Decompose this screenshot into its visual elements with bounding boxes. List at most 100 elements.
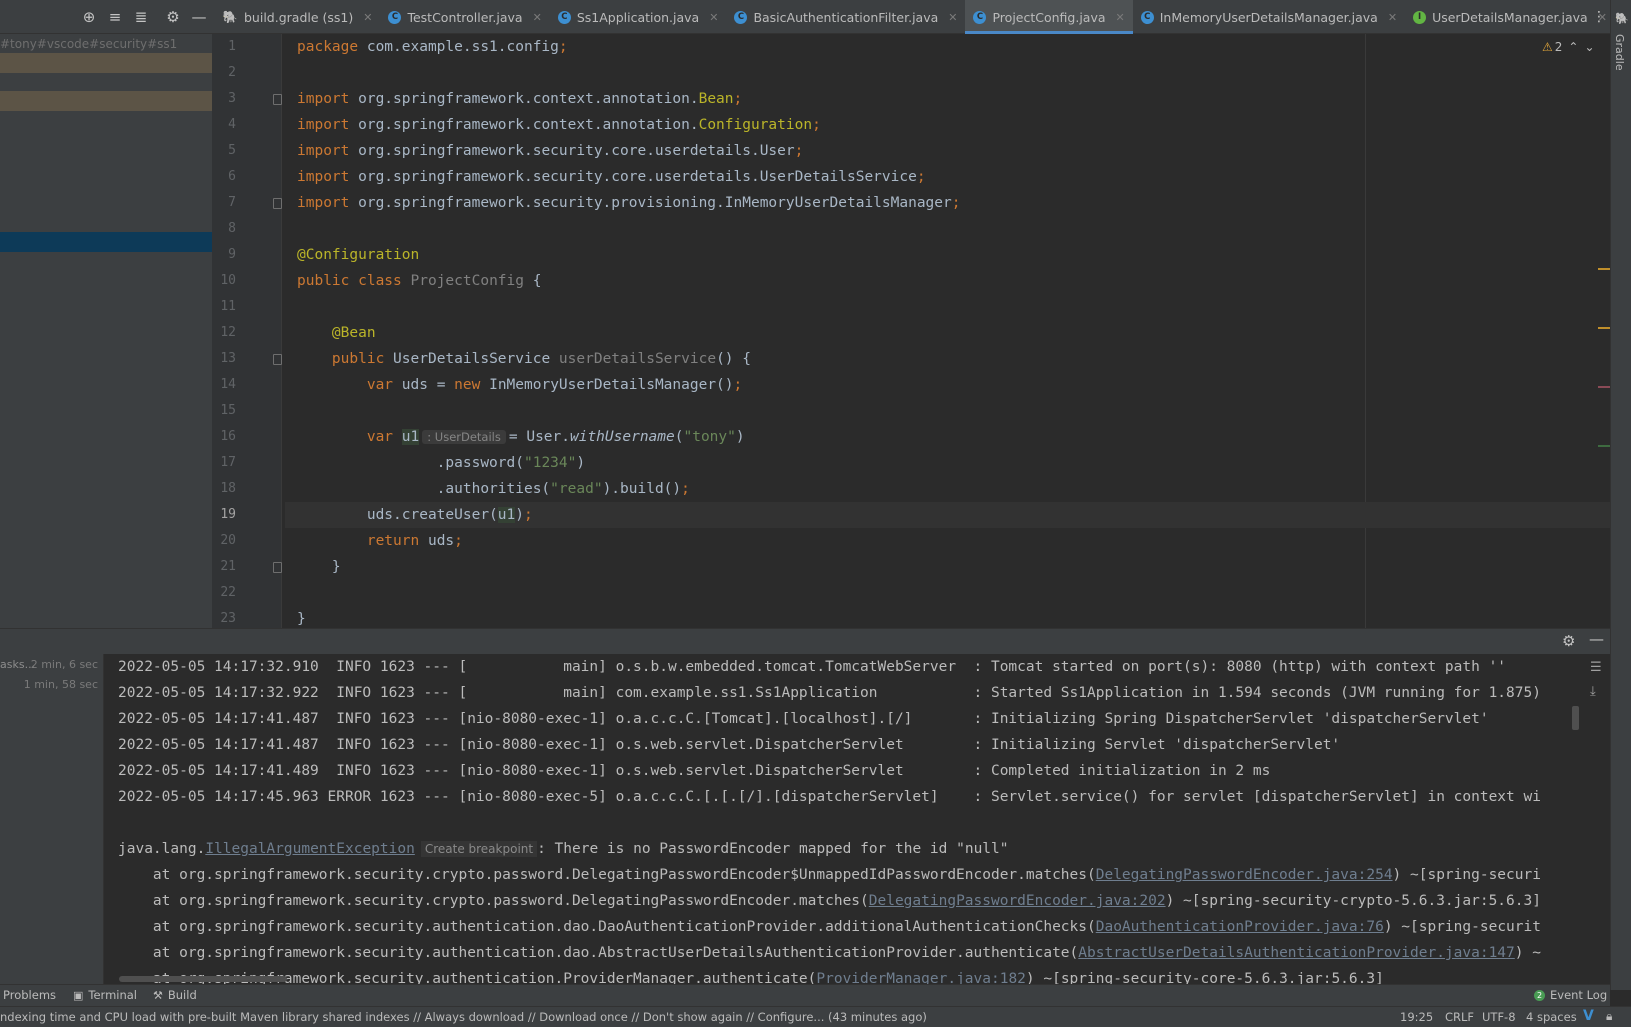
gradle-tool-button[interactable]: Gradle	[1613, 34, 1626, 71]
stack-suffix: ) ~[spring-security-core-5.6.3.jar:5.6.3…	[1025, 971, 1384, 984]
line-number[interactable]: 22	[212, 580, 236, 606]
line-separator[interactable]: CRLF	[1445, 1010, 1474, 1024]
close-icon[interactable]: ✕	[1388, 11, 1397, 24]
line-number[interactable]: 19	[212, 502, 236, 528]
line-number[interactable]: 4	[212, 112, 236, 138]
close-icon[interactable]: ✕	[709, 11, 718, 24]
line-number[interactable]: 16	[212, 424, 236, 450]
warning-mark[interactable]	[1598, 268, 1610, 270]
lock-icon[interactable]: 🔒︎	[1606, 1009, 1612, 1024]
expand-all-icon[interactable]: ≡	[102, 0, 128, 34]
line-number[interactable]: 9	[212, 242, 236, 268]
source-link[interactable]: ProviderManager.java:182	[816, 971, 1026, 984]
line-number[interactable]: 7	[212, 190, 236, 216]
line-number[interactable]: 11	[212, 294, 236, 320]
indent-setting[interactable]: 4 spaces	[1526, 1010, 1577, 1024]
line-number[interactable]: 20	[212, 528, 236, 554]
source-link[interactable]: AbstractUserDetailsAuthenticationProvide…	[1078, 945, 1515, 961]
line-number[interactable]: 2	[212, 60, 236, 86]
scroll-to-end-icon[interactable]: ⤓	[1590, 684, 1596, 699]
fold-marker-icon[interactable]	[273, 94, 282, 105]
line-number[interactable]: 23	[212, 606, 236, 628]
warning-mark[interactable]	[1598, 327, 1610, 329]
problems-tool-button[interactable]: Problems	[3, 988, 56, 1002]
line-number[interactable]: 3	[212, 86, 236, 112]
line-number[interactable]: 1	[212, 34, 236, 60]
source-link[interactable]: DelegatingPasswordEncoder.java:254	[1096, 867, 1393, 883]
code-line: return uds;	[366, 533, 463, 549]
gear-icon[interactable]: ⚙	[1562, 632, 1575, 650]
create-breakpoint-button[interactable]: Create breakpoint	[420, 841, 538, 857]
close-icon[interactable]: ✕	[363, 11, 372, 24]
editor-tab[interactable]: C Ss1Application.java ✕	[550, 0, 727, 34]
change-mark[interactable]	[1598, 386, 1610, 388]
line-number[interactable]: 21	[212, 554, 236, 580]
line-number[interactable]: 8	[212, 216, 236, 242]
source-link[interactable]: DaoAuthenticationProvider.java:76	[1096, 919, 1384, 935]
event-log-tool-button[interactable]: 2 Event Log	[1534, 988, 1607, 1002]
editor-error-stripe[interactable]	[1598, 74, 1610, 542]
code-line: import org.springframework.security.core…	[297, 169, 926, 185]
exception-line: java.lang.IllegalArgumentException Create…	[118, 836, 1009, 862]
editor-tab[interactable]: C InMemoryUserDetailsManager.java ✕	[1133, 0, 1405, 34]
status-message[interactable]: ndexing time and CPU load with pre-built…	[0, 1010, 927, 1024]
code-line: var u1: UserDetails = User.withUsername("…	[366, 429, 745, 445]
source-link[interactable]: DelegatingPasswordEncoder.java:202	[869, 893, 1166, 909]
line-number[interactable]: 6	[212, 164, 236, 190]
editor-tab[interactable]: C BasicAuthenticationFilter.java ✕	[726, 0, 965, 34]
project-tree-row-highlighted[interactable]	[0, 53, 212, 73]
editor-tab[interactable]: I UserDetailsManager.java ✕	[1405, 0, 1615, 34]
console-scrollbar[interactable]	[1572, 706, 1579, 730]
editor-tab[interactable]: C TestController.java ✕	[380, 0, 549, 34]
editor-tab[interactable]: C ProjectConfig.java ✕	[965, 0, 1134, 34]
fold-marker-icon[interactable]	[273, 354, 282, 365]
project-tree-row-highlighted[interactable]	[0, 91, 212, 111]
console-horizontal-scrollbar[interactable]	[119, 976, 287, 982]
hide-icon[interactable]: —	[186, 0, 212, 34]
console-output[interactable]: 2022-05-05 14:17:32.910 INFO 1623 --- [ …	[104, 654, 1584, 984]
editor-tab[interactable]: 🐘 build.gradle (ss1) ✕	[214, 0, 380, 34]
fold-marker-icon[interactable]	[273, 562, 282, 573]
close-icon[interactable]: ✕	[948, 11, 957, 24]
stack-trace-line: at org.springframework.security.authenti…	[118, 966, 1384, 984]
project-pane: #tony#vscode#security#ss1	[0, 34, 212, 628]
line-number[interactable]: 18	[212, 476, 236, 502]
vcs-icon[interactable]: V	[1583, 1008, 1594, 1024]
line-number[interactable]: 17	[212, 450, 236, 476]
interface-icon: I	[1413, 10, 1427, 24]
exception-class-link[interactable]: IllegalArgumentException	[205, 841, 415, 857]
line-number[interactable]: 13	[212, 346, 236, 372]
line-number[interactable]: 14	[212, 372, 236, 398]
file-encoding[interactable]: UTF-8	[1482, 1010, 1516, 1024]
locate-icon[interactable]: ⊕	[76, 0, 102, 34]
hide-icon[interactable]: —	[1589, 630, 1604, 648]
line-number[interactable]: 10	[212, 268, 236, 294]
terminal-tool-button[interactable]: ▣ Terminal	[73, 988, 137, 1002]
more-tabs-icon[interactable]: ⋮	[1590, 0, 1608, 34]
line-number[interactable]: 12	[212, 320, 236, 346]
project-tree-row-selected[interactable]	[0, 232, 212, 252]
gear-icon[interactable]: ⚙	[160, 0, 186, 34]
inspection-widget[interactable]: ⚠ 2 ⌃ ⌄	[1542, 40, 1595, 54]
stack-suffix: ) ~[spring-securi	[1392, 867, 1541, 883]
problems-label: Problems	[3, 988, 57, 1002]
close-icon[interactable]: ✕	[533, 11, 542, 24]
gradle-elephant-icon[interactable]: 🐘	[1615, 12, 1629, 25]
fold-marker-icon[interactable]	[273, 198, 282, 209]
code-line-current: uds.createUser(u1);	[285, 502, 1610, 528]
chevron-up-icon[interactable]: ⌃	[1568, 40, 1578, 54]
collapse-all-icon[interactable]: ≣	[128, 0, 154, 34]
change-mark[interactable]	[1598, 445, 1610, 447]
log-line: 2022-05-05 14:17:41.489 INFO 1623 --- [n…	[118, 763, 1271, 779]
code-editor[interactable]: 1 2 3 4 5 6 7 8 9 10 11 12 13 14 15 16 17 18 19 20 21 22 23 pa…	[212, 34, 1610, 628]
run-tree-item[interactable]: asks... 2 min, 6 sec	[0, 658, 104, 671]
line-number[interactable]: 5	[212, 138, 236, 164]
line-number[interactable]: 15	[212, 398, 236, 424]
close-icon[interactable]: ✕	[1116, 11, 1125, 24]
build-tool-button[interactable]: ⚒ Build	[153, 988, 197, 1002]
caret-position[interactable]: 19:25	[1400, 1010, 1433, 1024]
chevron-down-icon[interactable]: ⌄	[1584, 40, 1594, 54]
soft-wrap-icon[interactable]: ☰	[1590, 660, 1602, 675]
project-path[interactable]: #tony#vscode#security#ss1	[0, 37, 177, 51]
